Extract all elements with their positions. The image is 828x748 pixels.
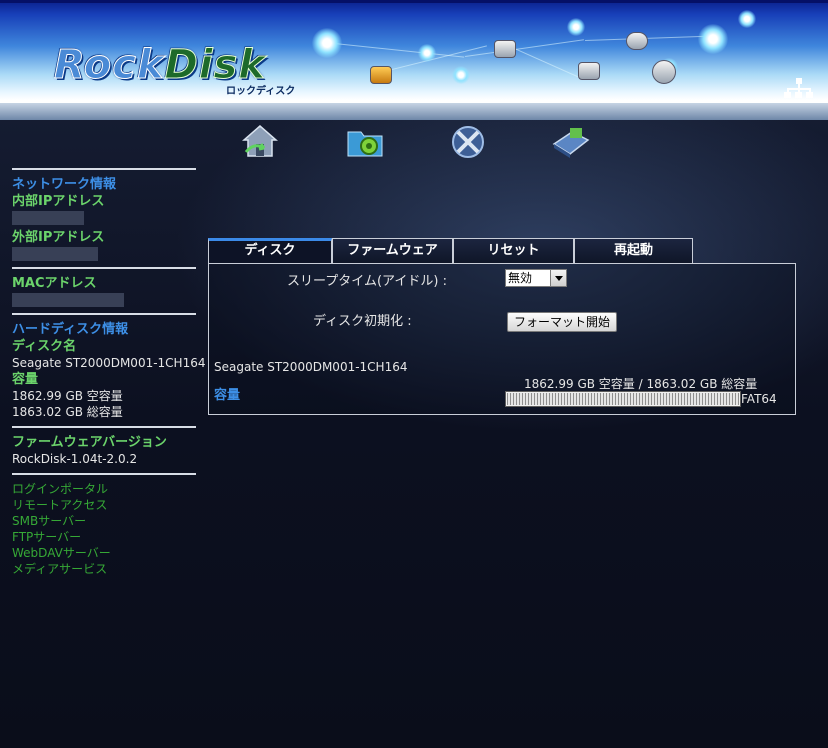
mac-section: MACアドレス <box>12 275 196 307</box>
disk-name-label: ディスク名 <box>12 339 77 354</box>
mac-label: MACアドレス <box>12 276 97 291</box>
sitemap-icon[interactable] <box>784 78 814 98</box>
network-info-section: ネットワーク情報 内部IPアドレス 外部IPアドレス <box>12 176 196 261</box>
glow-orb <box>418 44 436 62</box>
disk-panel: スリープタイム(アイドル) : 無効 ディスク初期化 : フォーマット開始 Se… <box>208 263 796 415</box>
logo-subtitle: ロックディスク <box>226 86 296 97</box>
network-line <box>465 39 584 57</box>
panel-capacity-label: 容量 <box>214 388 241 403</box>
format-start-button[interactable]: フォーマット開始 <box>507 312 618 332</box>
network-line <box>585 35 715 41</box>
link-media-service[interactable]: メディアサービス <box>12 561 196 577</box>
service-links: ログインポータル リモートアクセス SMBサーバー FTPサーバー WebDAV… <box>12 481 196 577</box>
glow-orb <box>452 66 470 84</box>
sleep-time-select[interactable]: 無効 <box>505 269 567 287</box>
divider <box>12 426 196 428</box>
total-space-value: 1863.02 GB 総容量 <box>12 405 123 419</box>
panel-disk-name: Seagate ST2000DM001-1CH164 <box>214 360 408 374</box>
link-remote-access[interactable]: リモートアクセス <box>12 497 196 513</box>
tab-disk[interactable]: ディスク <box>208 238 332 264</box>
glow-orb <box>698 24 728 54</box>
disk-init-label: ディスク初期化 : <box>313 314 412 329</box>
gamepad-icon <box>626 32 648 50</box>
software-icon[interactable] <box>550 122 590 162</box>
sidebar: ネットワーク情報 内部IPアドレス 外部IPアドレス MACアドレス ハードディ… <box>12 168 206 577</box>
camcorder-icon <box>494 40 516 58</box>
glow-orb <box>312 28 342 58</box>
rockdisk-logo: RockDisk ロックディスク <box>54 42 296 98</box>
film-clapper-icon <box>370 66 392 84</box>
tab-reboot[interactable]: 再起動 <box>574 238 693 263</box>
banner-top-edge <box>0 0 828 3</box>
link-login-portal[interactable]: ログインポータル <box>12 481 196 497</box>
divider <box>12 473 196 475</box>
tools-icon[interactable] <box>448 122 488 162</box>
link-smb-server[interactable]: SMBサーバー <box>12 513 196 529</box>
glow-orb <box>567 18 585 36</box>
disk-name-value: Seagate ST2000DM001-1CH164 <box>12 356 206 370</box>
logo-rock-text: Rock <box>54 42 165 89</box>
sleep-time-label: スリープタイム(アイドル) : <box>287 274 447 289</box>
internal-ip-label: 内部IPアドレス <box>12 194 105 209</box>
network-info-heading: ネットワーク情報 <box>12 177 117 192</box>
network-line <box>509 46 584 80</box>
link-webdav-server[interactable]: WebDAVサーバー <box>12 545 196 561</box>
sleep-time-value: 無効 <box>508 271 533 285</box>
glow-orb <box>738 10 756 28</box>
firmware-value: RockDisk-1.04t-2.0.2 <box>12 452 138 466</box>
firmware-section: ファームウェアバージョン RockDisk-1.04t-2.0.2 <box>12 434 196 467</box>
free-space-value: 1862.99 GB 空容量 <box>12 389 123 403</box>
divider <box>12 168 196 170</box>
hdd-info-section: ハードディスク情報 ディスク名 Seagate ST2000DM001-1CH1… <box>12 321 206 420</box>
filesystem-label: FAT64 <box>741 392 777 406</box>
tab-reset[interactable]: リセット <box>453 238 574 263</box>
home-icon[interactable] <box>240 122 280 162</box>
link-ftp-server[interactable]: FTPサーバー <box>12 529 196 545</box>
mac-redacted <box>12 293 124 307</box>
divider <box>12 267 196 269</box>
header-banner: RockDisk ロックディスク <box>0 0 828 120</box>
divider <box>12 313 196 315</box>
chevron-down-icon <box>550 270 566 286</box>
capacity-label: 容量 <box>12 372 39 387</box>
disc-icon <box>652 60 676 84</box>
capacity-bar-fill <box>507 393 739 405</box>
external-ip-label: 外部IPアドレス <box>12 230 105 245</box>
camera-icon <box>578 62 600 80</box>
tab-firmware[interactable]: ファームウェア <box>332 238 453 263</box>
gear-folder-icon[interactable] <box>345 122 385 162</box>
banner-stripe <box>0 103 828 120</box>
panel-capacity-text: 1862.99 GB 空容量 / 1863.02 GB 総容量 <box>524 377 758 391</box>
internal-ip-redacted <box>12 211 84 225</box>
hdd-info-heading: ハードディスク情報 <box>12 322 129 337</box>
firmware-label: ファームウェアバージョン <box>12 435 167 450</box>
capacity-bar <box>505 391 741 407</box>
external-ip-redacted <box>12 247 98 261</box>
